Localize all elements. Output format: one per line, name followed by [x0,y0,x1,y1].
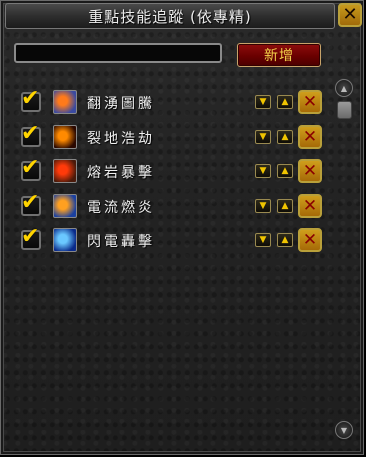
move-up-button[interactable]: ▲ [277,95,293,109]
skill-tracker-window: 重點技能追蹤 (依專精) ✕ 新增 ✔ 翻湧圖騰 ▼ ▲ ✕ ✔ 裂地浩劫 ▼ ▲ ✕ ✔ 熔岩暴擊 ▼… [0,0,364,455]
close-button[interactable]: ✕ [338,3,362,27]
move-down-button[interactable]: ▼ [255,130,271,144]
move-up-button[interactable]: ▲ [277,199,293,213]
add-skill-button[interactable]: 新增 [237,43,321,67]
skill-name: 閃電轟擊 [87,234,155,250]
checkmark-icon: ✔ [21,155,40,180]
move-up-button[interactable]: ▲ [277,130,293,144]
move-up-button[interactable]: ▲ [277,233,293,247]
scrollbar[interactable]: ▲ ▼ [335,79,355,445]
delete-skill-button[interactable]: ✕ [298,159,322,183]
skill-enabled-checkbox[interactable]: ✔ [21,226,41,250]
skill-enabled-checkbox[interactable]: ✔ [21,123,41,147]
scroll-down-icon: ▼ [340,425,348,435]
checkmark-icon: ✔ [21,190,40,215]
skill-enabled-checkbox[interactable]: ✔ [21,157,41,181]
delete-icon: ✕ [302,91,318,112]
arrow-down-icon: ▼ [259,165,267,176]
delete-icon: ✕ [302,160,318,181]
checkmark-icon: ✔ [21,86,40,111]
skill-name: 翻湧圖騰 [87,96,155,112]
scroll-up-icon: ▲ [340,83,348,93]
delete-skill-button[interactable]: ✕ [298,125,322,149]
arrow-down-icon: ▼ [259,131,267,142]
skill-name: 熔岩暴擊 [87,165,155,181]
arrow-up-icon: ▲ [281,200,289,211]
totem-icon [53,90,77,114]
window-title: 重點技能追蹤 (依專精) [88,7,252,26]
delete-skill-button[interactable]: ✕ [298,194,322,218]
arrow-down-icon: ▼ [259,200,267,211]
skill-row: ✔ 電流燃炎 ▼ ▲ ✕ [17,192,327,220]
skill-name: 裂地浩劫 [87,131,155,147]
arrow-up-icon: ▲ [281,131,289,142]
move-down-button[interactable]: ▼ [255,199,271,213]
delete-skill-button[interactable]: ✕ [298,228,322,252]
move-down-button[interactable]: ▼ [255,233,271,247]
arrow-down-icon: ▼ [259,234,267,245]
skill-row: ✔ 裂地浩劫 ▼ ▲ ✕ [17,123,327,151]
lightning-bolt-icon [53,228,77,252]
skill-row: ✔ 翻湧圖騰 ▼ ▲ ✕ [17,88,327,116]
scroll-thumb[interactable] [337,101,352,119]
skill-name: 電流燃炎 [87,200,155,216]
skill-row: ✔ 閃電轟擊 ▼ ▲ ✕ [17,226,327,254]
checkmark-icon: ✔ [21,224,40,249]
checkmark-icon: ✔ [21,121,40,146]
earthquake-icon [53,125,77,149]
scroll-down-button[interactable]: ▼ [335,421,353,439]
arrow-up-icon: ▲ [281,96,289,107]
title-bar[interactable]: 重點技能追蹤 (依專精) [5,3,335,29]
delete-icon: ✕ [302,229,318,250]
skill-enabled-checkbox[interactable]: ✔ [21,192,41,216]
delete-icon: ✕ [302,126,318,147]
close-icon: ✕ [342,4,358,25]
arrow-up-icon: ▲ [281,165,289,176]
move-up-button[interactable]: ▲ [277,164,293,178]
flame-shock-icon [53,194,77,218]
skill-row: ✔ 熔岩暴擊 ▼ ▲ ✕ [17,157,327,185]
move-down-button[interactable]: ▼ [255,95,271,109]
arrow-down-icon: ▼ [259,96,267,107]
delete-icon: ✕ [302,195,318,216]
lava-burst-icon [53,159,77,183]
scroll-up-button[interactable]: ▲ [335,79,353,97]
skill-name-input[interactable] [14,43,222,63]
skill-enabled-checkbox[interactable]: ✔ [21,88,41,112]
delete-skill-button[interactable]: ✕ [298,90,322,114]
move-down-button[interactable]: ▼ [255,164,271,178]
arrow-up-icon: ▲ [281,234,289,245]
